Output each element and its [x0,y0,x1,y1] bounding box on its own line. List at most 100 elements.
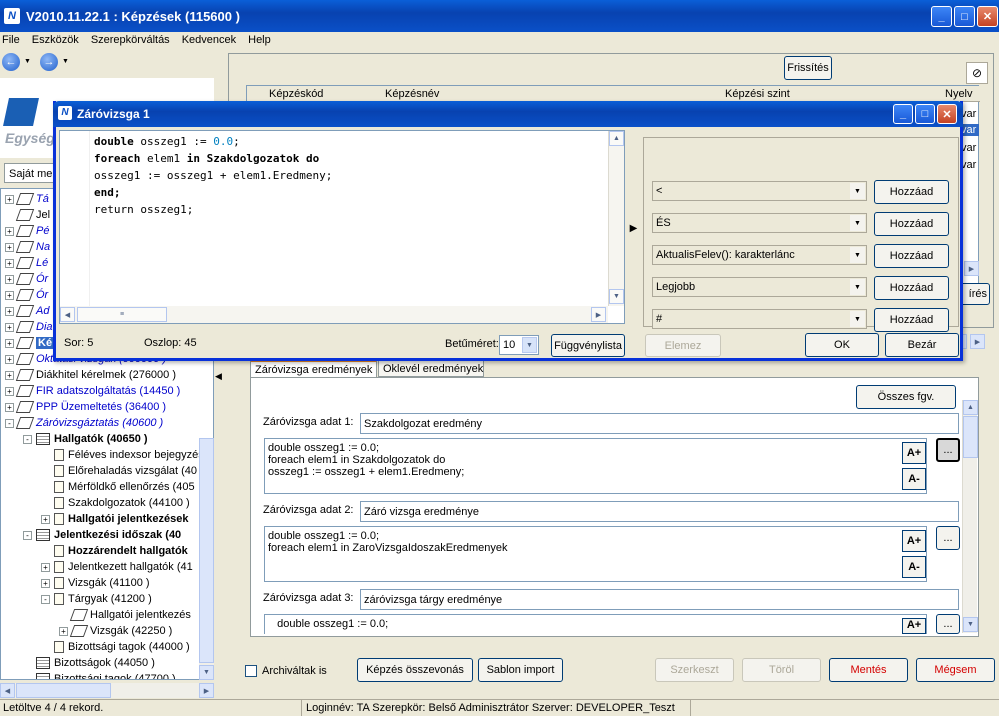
col-nyelv[interactable]: Nyelv [945,88,973,100]
tree-item[interactable]: Jel [5,207,50,223]
tree-item[interactable]: - Tárgyak (41200 ) [41,591,152,607]
tree-hscroll-thumb[interactable] [16,683,111,698]
font-size-select[interactable]: 10 ▼ [499,335,539,355]
expand-icon[interactable]: + [5,306,14,316]
hozzaad-button-4[interactable]: Hozzáad [874,276,949,300]
editor-hscroll-thumb[interactable]: ≡ [77,307,167,322]
chevron-down-icon[interactable]: ▼ [522,337,537,353]
adat1-code[interactable]: double osszeg1 := 0.0; foreach elem1 in … [264,438,927,494]
adat3-font-plus-button[interactable]: A+ [902,618,926,634]
chevron-down-icon[interactable]: ▼ [850,247,865,263]
tree-item[interactable]: Mérföldkő ellenőrzés (405 [41,479,195,495]
tree-item[interactable]: Bizottságok (44050 ) [23,655,155,671]
close-icon[interactable]: ✕ [977,6,998,27]
collapse-icon[interactable]: - [5,418,14,428]
expand-icon[interactable]: + [5,258,14,268]
expand-icon[interactable]: + [5,338,14,348]
menu-file[interactable]: File [0,32,22,48]
refresh-button[interactable]: Frissítés [784,56,832,80]
tree-item[interactable]: Bizottsági tagok (47700 ) [23,671,176,679]
hozzaad-button-3[interactable]: Hozzáad [874,244,949,268]
adat3-code[interactable]: double osszeg1 := 0.0; [264,614,927,634]
tree-item[interactable]: + Na [5,239,50,255]
expand-icon[interactable]: + [41,562,50,572]
expand-icon[interactable]: + [5,354,14,364]
editor-scroll-right-icon[interactable]: ▶ [591,307,606,322]
tree-hscrollbar[interactable]: ◀ ▶ [0,683,214,698]
expand-icon[interactable]: + [5,194,14,204]
tab-zarovizsga-eredmenyek[interactable]: Záróvizsga eredmények [250,360,377,378]
tree-item[interactable]: Bizottsági tagok (44000 ) [41,639,190,655]
col-kepzeskod[interactable]: Képzéskód [269,88,323,100]
expand-icon[interactable]: + [5,370,14,380]
fuggvenylista-button[interactable]: Függvénylista [551,334,625,357]
tree-item[interactable]: Szakdolgozatok (44100 ) [41,495,190,511]
adat1-field[interactable]: Szakdolgozat eredmény [360,413,959,434]
kepzes-osszevonas-button[interactable]: Képzés összevonás [357,658,473,682]
back-icon[interactable]: ← [2,53,20,71]
tree-item[interactable]: + Dia [5,319,53,335]
elemez-button[interactable]: Elemez [645,334,721,357]
function-select-3[interactable]: AktualisFelev(): karakterlánc ▼ [652,245,867,265]
tree-vscrollbar[interactable]: ▼ [199,438,214,680]
tree-item[interactable]: + Diákhitel kérelmek (276000 ) [5,367,176,383]
expand-icon[interactable]: + [41,514,50,524]
tree-item[interactable]: + Ad [5,303,49,319]
megsem-button[interactable]: Mégsem [916,658,995,682]
tree-item[interactable]: + Ór [5,287,48,303]
grid-scroll-right-icon[interactable]: ▶ [964,261,979,276]
expand-icon[interactable]: + [5,226,14,236]
chevron-down-icon[interactable]: ▼ [850,279,865,295]
expand-icon[interactable]: + [5,274,14,284]
torol-button[interactable]: Töröl [742,658,821,682]
adat2-ellipsis-button[interactable]: ... [936,526,960,550]
hozzaad-button-1[interactable]: Hozzáad [874,180,949,204]
ok-button[interactable]: OK [805,333,879,357]
chevron-down-icon[interactable]: ▼ [850,311,865,327]
expand-icon[interactable]: + [5,322,14,332]
collapse-icon[interactable]: - [41,594,50,604]
hozzaad-button-5[interactable]: Hozzáad [874,308,949,332]
minimize-icon[interactable]: _ [931,6,952,27]
adat3-field[interactable]: záróvizsga tárgy eredménye [360,589,959,610]
tree-scroll-thumb[interactable] [199,438,214,663]
adat2-font-plus-button[interactable]: A+ [902,530,926,552]
tree-item[interactable]: Féléves indexsor bejegyzés [41,447,204,463]
tree-item[interactable]: + Pé [5,223,49,239]
editor-hscrollbar[interactable]: ◀ ≡ ▶ [60,306,608,323]
adat2-code[interactable]: double osszeg1 := 0.0; foreach elem1 in … [264,526,927,582]
forward-dropdown-icon[interactable]: ▼ [62,58,69,65]
hozzaad-button-2[interactable]: Hozzáad [874,212,949,236]
tree-scroll-left-icon[interactable]: ◀ [0,683,15,698]
tree-item[interactable]: + Tá [5,191,49,207]
back-dropdown-icon[interactable]: ▼ [24,58,31,65]
adat1-font-minus-button[interactable]: A- [902,468,926,490]
col-kepzesi-szint[interactable]: Képzési szint [725,88,790,100]
dialog-splitter-icon[interactable]: ▶ [629,215,638,243]
tree-item[interactable]: + PPP Üzemeltetés (36400 ) [5,399,166,415]
function-select-5[interactable]: # ▼ [652,309,867,329]
tree-item[interactable]: + FIR adatszolgáltatás (14450 ) [5,383,180,399]
dialog-close-icon[interactable]: ✕ [937,104,957,124]
panel-scroll-down-icon[interactable]: ▼ [963,617,978,632]
expand-icon[interactable]: + [5,402,14,412]
tree-item[interactable]: + Vizsgák (41100 ) [41,575,150,591]
tree-item[interactable]: Hallgatói jelentkezés [59,607,191,623]
tree-item[interactable]: - Záróvizsgáztatás (40600 ) [5,415,163,431]
collapse-icon[interactable]: - [23,434,32,444]
adat1-ellipsis-button[interactable]: ... [936,438,960,462]
maximize-icon[interactable]: □ [954,6,975,27]
editor-vscrollbar[interactable]: ▲ ▼ [608,131,624,306]
splitter-arrow-icon[interactable]: ◀ [215,365,224,387]
tree-item[interactable]: + Jelentkezett hallgatók (41 [41,559,193,575]
tree-scroll-down-icon[interactable]: ▼ [199,665,214,680]
editor-scroll-up-icon[interactable]: ▲ [609,131,624,146]
menu-help[interactable]: Help [238,32,273,48]
tree-item[interactable]: Előrehaladás vizsgálat (40 [41,463,197,479]
lang-cell-1[interactable]: var [961,108,976,120]
expand-icon[interactable]: + [59,626,68,636]
tree-item[interactable]: - Jelentkezési időszak (40 [23,527,181,543]
pin-icon[interactable]: ⊘ [966,62,988,84]
adat2-font-minus-button[interactable]: A- [902,556,926,578]
expand-icon[interactable]: + [5,386,14,396]
